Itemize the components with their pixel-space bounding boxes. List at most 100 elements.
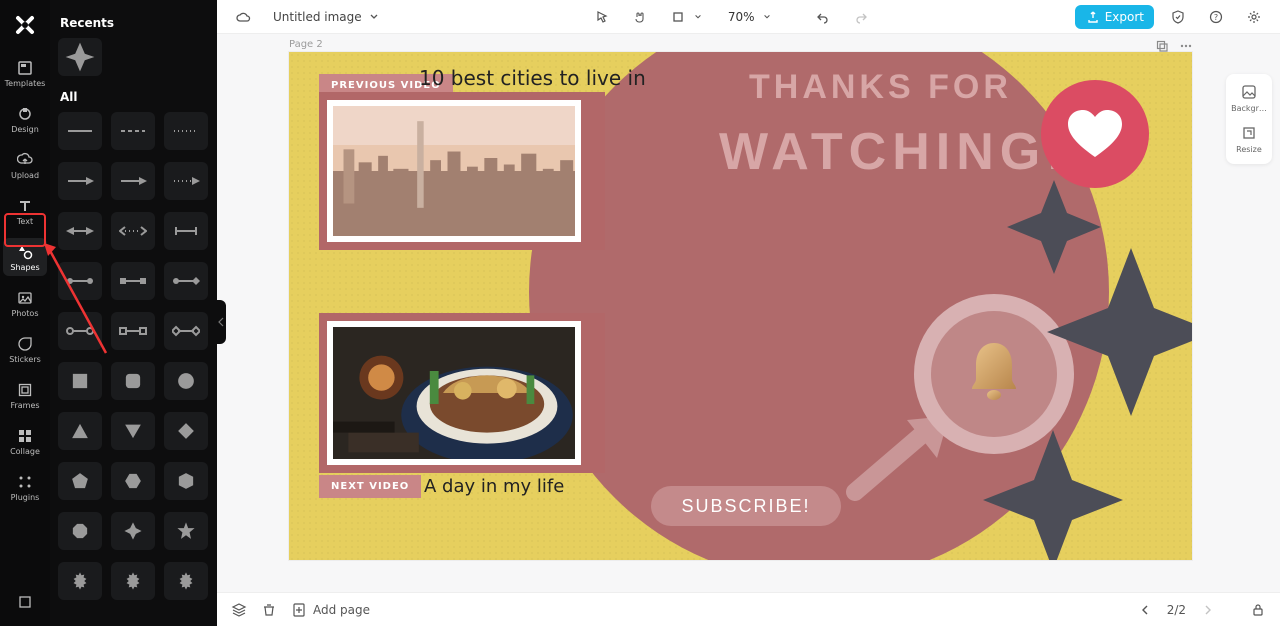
shape-octagon[interactable] — [58, 512, 102, 550]
stickers-icon — [16, 335, 34, 353]
shape-burst-1[interactable] — [58, 562, 102, 600]
shape-line-square-ends[interactable] — [111, 262, 155, 300]
shape-star4[interactable] — [111, 512, 155, 550]
export-button[interactable]: Export — [1075, 5, 1154, 29]
resize-tool[interactable]: Resize — [1226, 121, 1272, 158]
panel-section-all: All — [60, 90, 207, 104]
zoom-level[interactable]: 70% — [722, 6, 781, 28]
shape-triangle-up[interactable] — [58, 412, 102, 450]
settings-button[interactable] — [1240, 6, 1268, 28]
hand-tool-button[interactable] — [626, 6, 654, 28]
shape-square[interactable] — [58, 362, 102, 400]
shape-line-circle-ends[interactable] — [58, 262, 102, 300]
plugins-icon — [16, 473, 34, 491]
photos-icon — [16, 289, 34, 307]
hand-icon — [632, 9, 648, 25]
shape-arrow-right-2[interactable] — [111, 162, 155, 200]
layers-button[interactable] — [231, 602, 247, 618]
shield-button[interactable] — [1164, 6, 1192, 28]
rail-templates[interactable]: Templates — [3, 54, 47, 92]
cloud-sync-button[interactable] — [229, 6, 257, 28]
lock-button[interactable] — [1250, 602, 1266, 618]
rail-more[interactable] — [3, 584, 47, 622]
shape-diamond[interactable] — [164, 412, 208, 450]
subscribe-pill: SUBSCRIBE! — [651, 486, 841, 526]
shape-arrow-right[interactable] — [58, 162, 102, 200]
resize-label: Resize — [1236, 145, 1262, 154]
thanks-line-1: THANKS FOR — [749, 68, 1012, 107]
bell-icon — [962, 339, 1026, 409]
rail-frames[interactable]: Frames — [3, 376, 47, 414]
rail-collage[interactable]: Collage — [3, 422, 47, 460]
shape-rounded-square[interactable] — [111, 362, 155, 400]
page-label: Page 2 — [289, 39, 323, 50]
doc-title[interactable]: Untitled image — [267, 6, 388, 28]
shield-icon — [1170, 9, 1186, 25]
rail-stickers[interactable]: Stickers — [3, 330, 47, 368]
shape-line-solid[interactable] — [58, 112, 102, 150]
rail-label: Shapes — [10, 263, 39, 272]
background-tool[interactable]: Backgr… — [1226, 80, 1272, 117]
chevron-down-icon — [366, 9, 382, 25]
heart-icon — [1066, 109, 1124, 159]
rail-text[interactable]: Text — [3, 192, 47, 230]
undo-icon — [815, 9, 831, 25]
shape-line-diamond-end[interactable] — [164, 262, 208, 300]
chevron-down-icon — [690, 9, 706, 25]
text-icon — [16, 197, 34, 215]
rail-upload[interactable]: Upload — [3, 146, 47, 184]
shape-arrow-both-open[interactable] — [111, 212, 155, 250]
next-page-button[interactable] — [1200, 602, 1216, 618]
rail-shapes[interactable]: Shapes — [3, 238, 47, 276]
shape-line-circle-hollow[interactable] — [58, 312, 102, 350]
help-button[interactable]: ? — [1202, 6, 1230, 28]
shape-star5[interactable] — [164, 512, 208, 550]
crop-tool-button[interactable] — [664, 6, 712, 28]
shape-burst-3[interactable] — [164, 562, 208, 600]
rail-label: Frames — [10, 401, 39, 410]
pointer-tool-button[interactable] — [588, 6, 616, 28]
panel-section-recents: Recents — [60, 16, 207, 30]
caption-2: A day in my life — [424, 476, 564, 497]
heart-circle — [1041, 80, 1149, 188]
shape-arrow-right-dotted[interactable] — [164, 162, 208, 200]
recent-shape-star4[interactable] — [58, 38, 102, 76]
shape-circle[interactable] — [164, 362, 208, 400]
frames-icon — [16, 381, 34, 399]
undo-button[interactable] — [809, 6, 837, 28]
redo-button[interactable] — [847, 6, 875, 28]
shape-triangle-down[interactable] — [111, 412, 155, 450]
canvas-star-3 — [983, 430, 1123, 560]
help-icon: ? — [1208, 9, 1224, 25]
rail-label: Design — [11, 125, 39, 134]
shape-pentagon[interactable] — [58, 462, 102, 500]
background-icon — [1241, 84, 1257, 102]
shape-hexagon-flat[interactable] — [164, 462, 208, 500]
shape-line-dashed[interactable] — [111, 112, 155, 150]
shape-arrow-both[interactable] — [58, 212, 102, 250]
canvas-star-2 — [1047, 248, 1192, 416]
shape-hexagon[interactable] — [111, 462, 155, 500]
zoom-text: 70% — [728, 10, 755, 24]
shapes-icon — [16, 243, 34, 261]
rail-label: Stickers — [9, 355, 41, 364]
shape-burst-2[interactable] — [111, 562, 155, 600]
rail-design[interactable]: Design — [3, 100, 47, 138]
rail-photos[interactable]: Photos — [3, 284, 47, 322]
add-page-button[interactable]: Add page — [291, 602, 370, 618]
shape-line-dotted[interactable] — [164, 112, 208, 150]
collage-icon — [16, 427, 34, 445]
artboard[interactable]: THANKS FOR WATCHING! PREVIOUS VIDEO 10 b… — [289, 52, 1192, 560]
delete-button[interactable] — [261, 602, 277, 618]
templates-icon — [16, 59, 34, 77]
redo-icon — [853, 9, 869, 25]
app-logo[interactable] — [10, 10, 40, 40]
export-label: Export — [1105, 10, 1144, 24]
panel-collapse-handle[interactable] — [216, 300, 226, 344]
next-video-badge: NEXT VIDEO — [319, 475, 421, 498]
prev-page-button[interactable] — [1137, 602, 1153, 618]
shape-line-tee[interactable] — [164, 212, 208, 250]
shape-line-diamond-hollow[interactable] — [164, 312, 208, 350]
rail-plugins[interactable]: Plugins — [3, 468, 47, 506]
shape-line-square-hollow[interactable] — [111, 312, 155, 350]
